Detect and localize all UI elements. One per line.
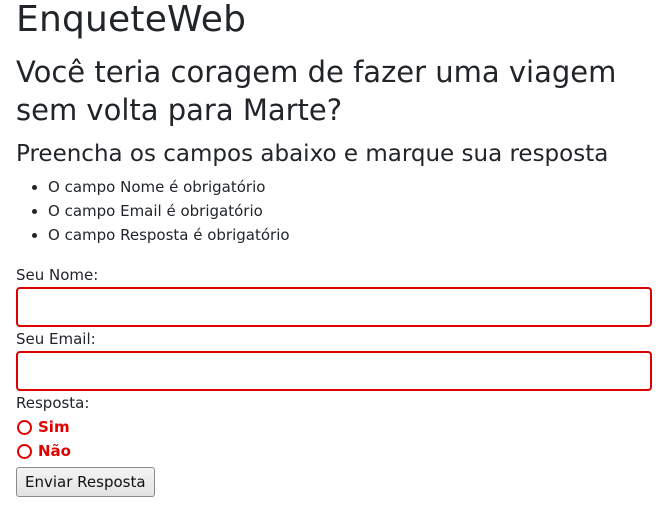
email-field[interactable] bbox=[16, 351, 652, 391]
poll-form: Seu Nome: Seu Email: Resposta: Sim Não E… bbox=[16, 263, 652, 497]
radio-sim[interactable] bbox=[17, 419, 32, 435]
poll-question: Você teria coragem de fazer uma viagem s… bbox=[16, 55, 617, 127]
error-answer-required: O campo Resposta é obrigatório bbox=[48, 223, 652, 247]
error-email-required: O campo Email é obrigatório bbox=[48, 199, 652, 223]
name-field[interactable] bbox=[16, 287, 652, 327]
poll-instructions: Preencha os campos abaixo e marque sua r… bbox=[16, 141, 609, 167]
submit-button[interactable]: Enviar Resposta bbox=[16, 467, 155, 497]
answer-option-nao[interactable]: Não bbox=[16, 439, 652, 463]
validation-error-list: O campo Nome é obrigatório O campo Email… bbox=[16, 175, 652, 247]
error-name-required: O campo Nome é obrigatório bbox=[48, 175, 652, 199]
answer-option-sim[interactable]: Sim bbox=[16, 415, 652, 439]
radio-nao-label[interactable]: Não bbox=[38, 439, 71, 463]
radio-nao[interactable] bbox=[17, 443, 32, 459]
page-container: EnqueteWeb Você teria coragem de fazer u… bbox=[16, 0, 652, 497]
radio-sim-label[interactable]: Sim bbox=[38, 415, 70, 439]
site-brand[interactable]: EnqueteWeb bbox=[16, 0, 652, 40]
name-label: Seu Nome: bbox=[16, 266, 99, 284]
answer-label: Resposta: bbox=[16, 394, 90, 412]
email-label: Seu Email: bbox=[16, 330, 96, 348]
